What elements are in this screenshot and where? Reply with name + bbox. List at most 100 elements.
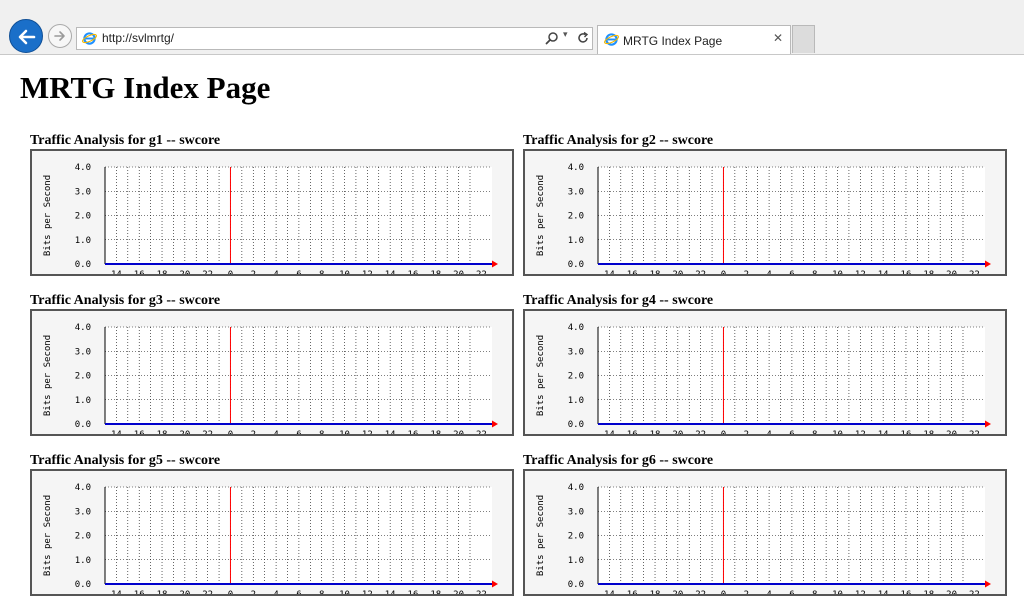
x-tick-label: 14 xyxy=(385,270,396,274)
x-tick-label: 0 xyxy=(228,430,233,434)
x-tick-label: 20 xyxy=(946,430,957,434)
x-tick-label: 14 xyxy=(385,430,396,434)
x-tick-label: 12 xyxy=(855,270,866,274)
traffic-graph-svg: 0.0 1.0 2.0 3.0 4.0 14 16 18 20 22 0 2 4 6 8 10 12 14 16 18… xyxy=(525,471,1005,594)
x-tick-label: 18 xyxy=(157,270,168,274)
x-tick-label: 10 xyxy=(339,430,350,434)
x-tick-label: 16 xyxy=(134,590,145,594)
y-tick-label: 3.0 xyxy=(568,507,584,517)
ie-logo-icon xyxy=(604,33,619,46)
x-tick-label: 22 xyxy=(202,590,213,594)
x-tick-label: 10 xyxy=(832,270,843,274)
y-axis-label: Bits per Second xyxy=(536,335,546,416)
x-tick-label: 10 xyxy=(339,270,350,274)
back-button[interactable] xyxy=(9,19,43,53)
y-tick-label: 4.0 xyxy=(75,323,91,333)
x-tick-label: 16 xyxy=(408,590,419,594)
x-tick-label: 14 xyxy=(111,270,122,274)
y-axis-label: Bits per Second xyxy=(43,335,53,416)
x-tick-label: 14 xyxy=(878,430,889,434)
y-tick-label: 1.0 xyxy=(75,236,91,246)
forward-button[interactable] xyxy=(48,24,72,48)
y-tick-label: 0.0 xyxy=(75,420,91,430)
y-tick-label: 0.0 xyxy=(568,420,584,430)
y-tick-label: 1.0 xyxy=(568,236,584,246)
x-tick-label: 4 xyxy=(273,430,278,434)
y-tick-label: 3.0 xyxy=(75,347,91,357)
x-tick-label: 16 xyxy=(134,430,145,434)
x-tick-label: 6 xyxy=(789,590,794,594)
browser-toolbar: http://svlmrtg/ ▾ MRTG Index Page ✕ xyxy=(0,0,1024,55)
x-tick-label: 22 xyxy=(476,590,487,594)
x-tick-label: 22 xyxy=(202,430,213,434)
x-tick-label: 20 xyxy=(179,270,190,274)
y-tick-label: 1.0 xyxy=(568,396,584,406)
address-text[interactable]: http://svlmrtg/ xyxy=(102,31,174,45)
back-arrow-icon xyxy=(18,29,36,45)
new-tab-button[interactable] xyxy=(792,25,815,53)
x-tick-label: 22 xyxy=(969,430,980,434)
traffic-graph[interactable]: 0.0 1.0 2.0 3.0 4.0 14 16 18 20 22 0 2 4 6 8 10 12 14 16 18… xyxy=(30,149,514,276)
traffic-graph[interactable]: 0.0 1.0 2.0 3.0 4.0 14 16 18 20 22 0 2 4 6 8 10 12 14 16 18… xyxy=(523,309,1007,436)
x-tick-label: 6 xyxy=(789,270,794,274)
ie-logo-icon xyxy=(82,32,97,45)
x-tick-label: 18 xyxy=(650,590,661,594)
y-tick-label: 3.0 xyxy=(75,507,91,517)
x-tick-label: 0 xyxy=(228,590,233,594)
close-icon[interactable]: ✕ xyxy=(773,31,783,45)
refresh-icon[interactable] xyxy=(576,31,590,45)
panel-title: Traffic Analysis for g2 -- swcore xyxy=(523,133,714,148)
x-tick-label: 18 xyxy=(430,270,441,274)
x-tick-label: 14 xyxy=(111,430,122,434)
x-tick-label: 18 xyxy=(650,430,661,434)
x-tick-label: 10 xyxy=(832,590,843,594)
y-tick-label: 1.0 xyxy=(568,556,584,566)
x-tick-label: 10 xyxy=(832,430,843,434)
x-tick-label: 22 xyxy=(695,590,706,594)
chevron-down-icon[interactable]: ▾ xyxy=(563,30,568,40)
y-tick-label: 2.0 xyxy=(568,212,584,222)
panel-title: Traffic Analysis for g3 -- swcore xyxy=(30,293,221,308)
traffic-graph[interactable]: 0.0 1.0 2.0 3.0 4.0 14 16 18 20 22 0 2 4 6 8 10 12 14 16 18… xyxy=(30,309,514,436)
traffic-graph-svg: 0.0 1.0 2.0 3.0 4.0 14 16 18 20 22 0 2 4 6 8 10 12 14 16 18… xyxy=(32,151,512,274)
y-tick-label: 0.0 xyxy=(568,260,584,270)
x-tick-label: 2 xyxy=(744,590,749,594)
x-tick-label: 8 xyxy=(319,590,324,594)
x-tick-label: 0 xyxy=(228,270,233,274)
x-tick-label: 22 xyxy=(476,270,487,274)
x-tick-label: 18 xyxy=(923,270,934,274)
x-tick-label: 14 xyxy=(878,270,889,274)
y-tick-label: 2.0 xyxy=(75,212,91,222)
x-tick-label: 12 xyxy=(362,590,373,594)
y-axis-label: Bits per Second xyxy=(536,175,546,256)
x-tick-label: 18 xyxy=(923,430,934,434)
traffic-graph[interactable]: 0.0 1.0 2.0 3.0 4.0 14 16 18 20 22 0 2 4 6 8 10 12 14 16 18… xyxy=(523,469,1007,596)
x-tick-label: 20 xyxy=(946,270,957,274)
x-tick-label: 6 xyxy=(296,270,301,274)
x-tick-label: 6 xyxy=(296,590,301,594)
x-tick-label: 16 xyxy=(408,430,419,434)
address-bar[interactable]: http://svlmrtg/ ▾ xyxy=(76,27,593,50)
x-tick-label: 20 xyxy=(453,590,464,594)
x-tick-label: 14 xyxy=(604,430,615,434)
x-tick-label: 10 xyxy=(339,590,350,594)
panel-title: Traffic Analysis for g4 -- swcore xyxy=(523,293,714,308)
traffic-graph[interactable]: 0.0 1.0 2.0 3.0 4.0 14 16 18 20 22 0 2 4 6 8 10 12 14 16 18… xyxy=(30,469,514,596)
y-tick-label: 0.0 xyxy=(75,580,91,590)
x-tick-label: 2 xyxy=(251,590,256,594)
y-tick-label: 2.0 xyxy=(568,532,584,542)
x-tick-label: 20 xyxy=(946,590,957,594)
tab-mrtg-index[interactable]: MRTG Index Page ✕ xyxy=(597,25,791,54)
x-tick-label: 20 xyxy=(672,430,683,434)
x-tick-label: 0 xyxy=(721,270,726,274)
y-axis-label: Bits per Second xyxy=(43,175,53,256)
y-tick-label: 4.0 xyxy=(568,483,584,493)
traffic-graph[interactable]: 0.0 1.0 2.0 3.0 4.0 14 16 18 20 22 0 2 4 6 8 10 12 14 16 18… xyxy=(523,149,1007,276)
y-tick-label: 2.0 xyxy=(568,372,584,382)
plot-area xyxy=(105,167,492,264)
x-tick-label: 8 xyxy=(812,270,817,274)
x-tick-label: 8 xyxy=(812,590,817,594)
x-tick-label: 0 xyxy=(721,590,726,594)
y-tick-label: 4.0 xyxy=(75,163,91,173)
search-icon[interactable] xyxy=(545,31,560,46)
